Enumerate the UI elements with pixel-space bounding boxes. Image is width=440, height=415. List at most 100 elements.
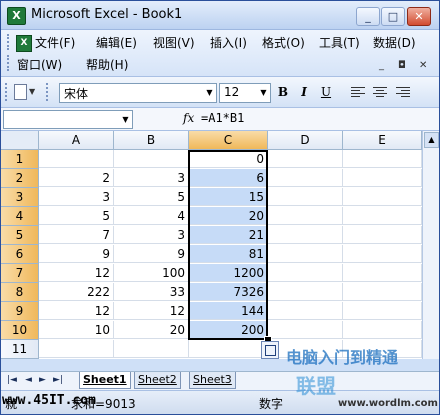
cell-d[interactable] bbox=[268, 321, 343, 339]
cell-a[interactable] bbox=[39, 150, 114, 168]
cell-d[interactable] bbox=[268, 226, 343, 244]
cell-e[interactable] bbox=[343, 283, 422, 301]
row-header[interactable]: 6 bbox=[1, 245, 39, 264]
column-header-a[interactable]: A bbox=[39, 131, 114, 150]
cell-d[interactable] bbox=[268, 188, 343, 206]
cell-c[interactable]: 15 bbox=[189, 188, 268, 206]
cell-b[interactable]: 12 bbox=[114, 302, 189, 320]
cell-c[interactable]: 1200 bbox=[189, 264, 268, 282]
cell-d[interactable] bbox=[268, 245, 343, 263]
minimize-button[interactable]: _ bbox=[356, 7, 380, 26]
cell-e[interactable] bbox=[343, 169, 422, 187]
cell-e[interactable] bbox=[343, 321, 422, 339]
column-header-b[interactable]: B bbox=[114, 131, 189, 150]
menu-edit[interactable]: 编辑(E) bbox=[96, 35, 137, 51]
row-header[interactable]: 10 bbox=[1, 321, 39, 340]
cell-b[interactable]: 5 bbox=[114, 188, 189, 206]
workbook-icon[interactable]: X bbox=[16, 35, 32, 52]
tab-sheet2[interactable]: Sheet2 bbox=[134, 372, 181, 389]
font-name-select[interactable]: 宋体 ▼ bbox=[59, 83, 217, 103]
workbook-close-button[interactable]: ✕ bbox=[419, 60, 427, 71]
cell-a[interactable]: 7 bbox=[39, 226, 114, 244]
cell-e[interactable] bbox=[343, 207, 422, 225]
cell-c[interactable]: 81 bbox=[189, 245, 268, 263]
cell-a[interactable]: 2 bbox=[39, 169, 114, 187]
excel-app-icon[interactable]: X bbox=[7, 7, 26, 25]
row-header[interactable]: 2 bbox=[1, 169, 39, 188]
font-size-select[interactable]: 12 ▼ bbox=[219, 83, 271, 103]
tab-sheet1[interactable]: Sheet1 bbox=[79, 372, 131, 389]
cell-b[interactable]: 9 bbox=[114, 245, 189, 263]
first-sheet-button[interactable]: |◄ bbox=[7, 375, 17, 385]
tab-sheet3[interactable]: Sheet3 bbox=[189, 372, 236, 389]
cell-b[interactable]: 3 bbox=[114, 169, 189, 187]
toolbar-options-icon[interactable]: ▼ bbox=[29, 87, 35, 96]
row-header[interactable]: 8 bbox=[1, 283, 39, 302]
row-header[interactable]: 3 bbox=[1, 188, 39, 207]
cell-a[interactable]: 9 bbox=[39, 245, 114, 263]
column-header-c[interactable]: C bbox=[189, 131, 268, 150]
align-center-icon[interactable] bbox=[373, 87, 387, 98]
cell-b[interactable]: 20 bbox=[114, 321, 189, 339]
align-right-icon[interactable] bbox=[396, 87, 410, 98]
workbook-restore-button[interactable]: ◘ bbox=[398, 60, 406, 71]
toolbar-grip-handle-2[interactable] bbox=[46, 83, 51, 101]
cell-d[interactable] bbox=[268, 302, 343, 320]
cell-c[interactable]: 21 bbox=[189, 226, 268, 244]
cell-a[interactable]: 222 bbox=[39, 283, 114, 301]
menu-window[interactable]: 窗口(W) bbox=[17, 57, 62, 73]
cell-b[interactable]: 100 bbox=[114, 264, 189, 282]
cell-d[interactable] bbox=[268, 340, 343, 358]
row-header[interactable]: 9 bbox=[1, 302, 39, 321]
scroll-up-icon[interactable]: ▲ bbox=[424, 132, 439, 148]
menu-tools[interactable]: 工具(T) bbox=[319, 35, 360, 51]
next-sheet-button[interactable]: ► bbox=[39, 375, 46, 385]
cell-c[interactable]: 200 bbox=[189, 321, 268, 339]
cell-b[interactable]: 33 bbox=[114, 283, 189, 301]
auto-fill-options-icon[interactable] bbox=[261, 341, 279, 359]
cell-e[interactable] bbox=[343, 150, 422, 168]
cell-e[interactable] bbox=[343, 264, 422, 282]
previous-sheet-button[interactable]: ◄ bbox=[25, 375, 32, 385]
cell-b[interactable]: 4 bbox=[114, 207, 189, 225]
worksheet-grid[interactable]: A B C D E 1 0 2 2 3 6 3 3 5 15 4 5 4 20 5 7 3 21 6 9 9 81 7 12 1… bbox=[1, 131, 439, 359]
menu-data[interactable]: 数据(D) bbox=[373, 35, 416, 51]
cell-a[interactable]: 12 bbox=[39, 302, 114, 320]
cell-e[interactable] bbox=[343, 188, 422, 206]
bold-button[interactable]: B bbox=[274, 84, 292, 101]
cell-b[interactable] bbox=[114, 150, 189, 168]
cell-d[interactable] bbox=[268, 264, 343, 282]
row-header[interactable]: 4 bbox=[1, 207, 39, 226]
cell-b[interactable] bbox=[114, 340, 189, 358]
cell-b[interactable]: 3 bbox=[114, 226, 189, 244]
row-header[interactable]: 1 bbox=[1, 150, 39, 169]
chevron-down-icon[interactable]: ▼ bbox=[257, 84, 270, 102]
new-document-icon[interactable] bbox=[14, 84, 27, 100]
cell-c[interactable] bbox=[189, 340, 268, 358]
row-header[interactable]: 5 bbox=[1, 226, 39, 245]
last-sheet-button[interactable]: ►| bbox=[53, 375, 63, 385]
cell-d[interactable] bbox=[268, 150, 343, 168]
cell-c[interactable]: 7326 bbox=[189, 283, 268, 301]
italic-button[interactable]: I bbox=[295, 84, 313, 101]
formula-input[interactable]: =A1*B1 bbox=[201, 111, 437, 127]
restore-button[interactable]: □ bbox=[381, 7, 405, 26]
row-header[interactable]: 7 bbox=[1, 264, 39, 283]
menu-insert[interactable]: 插入(I) bbox=[210, 35, 247, 51]
menu-grip-handle[interactable] bbox=[7, 34, 12, 50]
vertical-scrollbar[interactable]: ▲ bbox=[422, 131, 439, 359]
cell-d[interactable] bbox=[268, 207, 343, 225]
chevron-down-icon[interactable]: ▼ bbox=[119, 111, 132, 128]
cell-e[interactable] bbox=[343, 302, 422, 320]
insert-function-icon[interactable]: fx bbox=[183, 111, 194, 125]
cell-c[interactable]: 0 bbox=[189, 150, 268, 168]
cell-a[interactable]: 3 bbox=[39, 188, 114, 206]
name-box[interactable]: ▼ bbox=[3, 110, 133, 129]
menu-view[interactable]: 视图(V) bbox=[153, 35, 195, 51]
toolbar-grip-handle[interactable] bbox=[5, 83, 10, 101]
cell-d[interactable] bbox=[268, 169, 343, 187]
workbook-minimize-button[interactable]: _ bbox=[379, 60, 384, 71]
align-left-icon[interactable] bbox=[351, 87, 365, 98]
cell-c[interactable]: 20 bbox=[189, 207, 268, 225]
chevron-down-icon[interactable]: ▼ bbox=[203, 84, 216, 102]
